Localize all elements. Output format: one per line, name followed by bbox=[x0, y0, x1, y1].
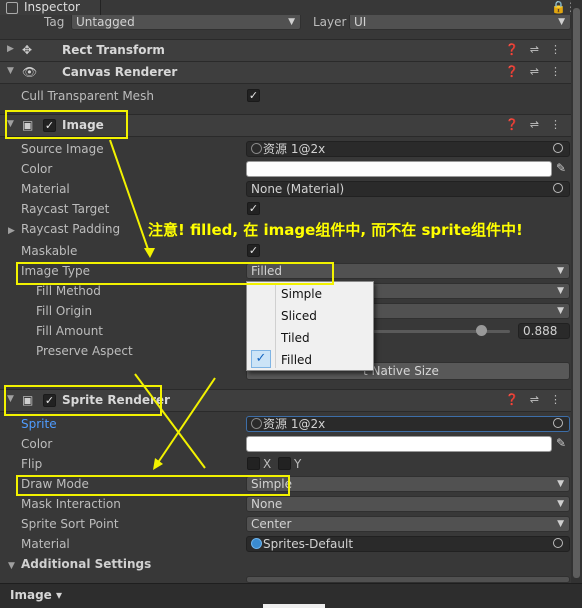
arrow-to-draw-mode bbox=[154, 377, 216, 468]
arrowhead-icon bbox=[144, 248, 155, 258]
cross-mark-line bbox=[134, 373, 206, 469]
arrow-to-image-type bbox=[109, 139, 151, 256]
arrowhead-icon bbox=[153, 458, 163, 470]
annotation-note: 注意! filled, 在 image组件中, 而不在 sprite组件中! bbox=[148, 221, 523, 239]
annotation-arrows bbox=[109, 139, 216, 470]
